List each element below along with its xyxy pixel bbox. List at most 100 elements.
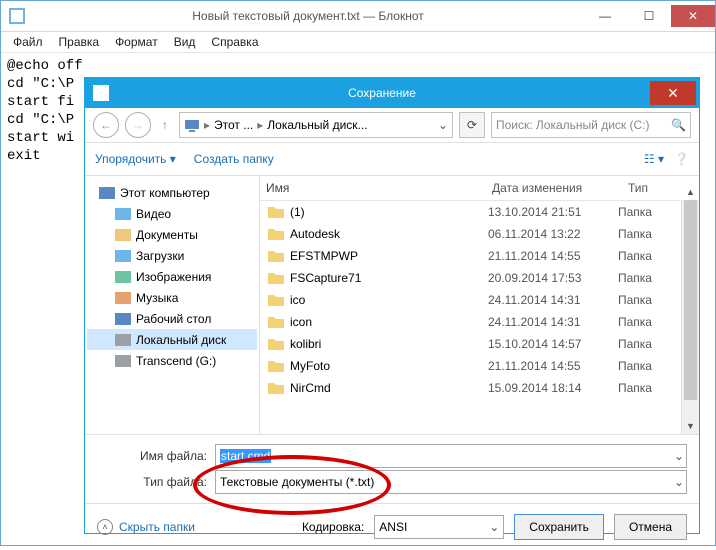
crumb-drive[interactable]: Локальный диск... <box>267 118 367 132</box>
search-input[interactable]: Поиск: Локальный диск (C:) 🔍 <box>491 112 691 138</box>
new-folder-button[interactable]: Создать папку <box>194 152 274 166</box>
notepad-menubar: Файл Правка Формат Вид Справка <box>1 32 715 53</box>
list-scrollbar[interactable]: ▲ ▼ <box>681 200 699 434</box>
menu-format[interactable]: Формат <box>107 33 166 51</box>
scroll-up-icon[interactable]: ▲ <box>682 183 699 200</box>
help-button[interactable]: ❔ <box>674 152 689 166</box>
tree-item-label: Рабочий стол <box>136 312 211 326</box>
organize-button[interactable]: Упорядочить ▾ <box>95 152 176 166</box>
list-row[interactable]: FSCapture7120.09.2014 17:53Папка <box>260 267 699 289</box>
filetype-label: Тип файла: <box>97 475 207 489</box>
notepad-titlebar[interactable]: Новый текстовый документ.txt — Блокнот —… <box>1 1 715 32</box>
col-date[interactable]: Дата изменения <box>486 181 622 195</box>
folder-icon <box>268 359 284 373</box>
folder-icon <box>99 185 115 201</box>
tree-item-label: Локальный диск <box>136 333 226 347</box>
file-type: Папка <box>618 249 678 263</box>
hide-folders-button[interactable]: ˄ Скрыть папки <box>97 519 195 535</box>
view-button[interactable]: ☷ ▾ <box>644 152 664 166</box>
file-date: 24.11.2014 14:31 <box>488 293 618 307</box>
scroll-down-icon[interactable]: ▼ <box>682 417 699 434</box>
tree-item[interactable]: Загрузки <box>87 245 257 266</box>
menu-file[interactable]: Файл <box>5 33 51 51</box>
file-date: 15.09.2014 18:14 <box>488 381 618 395</box>
list-row[interactable]: Autodesk06.11.2014 13:22Папка <box>260 223 699 245</box>
back-button[interactable]: ← <box>93 112 119 138</box>
dialog-footer: ˄ Скрыть папки Кодировка: ANSI ⌄ Сохрани… <box>85 503 699 550</box>
folder-icon <box>268 315 284 329</box>
tree-item[interactable]: Transcend (G:) <box>87 350 257 371</box>
dialog-close-button[interactable]: ✕ <box>650 81 696 105</box>
notepad-icon <box>9 8 25 24</box>
save-button[interactable]: Сохранить <box>514 514 604 540</box>
filetype-select[interactable]: Текстовые документы (*.txt) ⌄ <box>215 470 687 494</box>
file-type: Папка <box>618 315 678 329</box>
address-bar[interactable]: ▸ Этот ... ▸ Локальный диск... ⌄ <box>179 112 453 138</box>
folder-icon <box>115 206 131 222</box>
filename-input[interactable]: start.cmd ⌄ <box>215 444 687 468</box>
notepad-title: Новый текстовый документ.txt — Блокнот <box>33 9 583 23</box>
file-name: MyFoto <box>290 359 330 373</box>
folder-tree[interactable]: Этот компьютерВидео Документы ЗагрузкиИзоб… <box>85 176 260 434</box>
file-type: Папка <box>618 227 678 241</box>
maximize-button[interactable]: ☐ <box>627 5 671 27</box>
tree-item[interactable]: Локальный диск <box>87 329 257 350</box>
list-row[interactable]: MyFoto 21.11.2014 14:55Папка <box>260 355 699 377</box>
list-row[interactable]: EFSTMPWP21.11.2014 14:55Папка <box>260 245 699 267</box>
folder-icon <box>115 353 131 369</box>
file-date: 21.11.2014 14:55 <box>488 359 618 373</box>
file-date: 15.10.2014 14:57 <box>488 337 618 351</box>
file-date: 06.11.2014 13:22 <box>488 227 618 241</box>
menu-view[interactable]: Вид <box>166 33 204 51</box>
tree-item[interactable]: Рабочий стол <box>87 308 257 329</box>
refresh-button[interactable]: ⟳ <box>459 112 485 138</box>
list-row[interactable]: NirCmd15.09.2014 18:14Папка <box>260 377 699 399</box>
crumb-pc[interactable]: Этот ... <box>214 118 253 132</box>
file-type: Папка <box>618 359 678 373</box>
tree-item[interactable]: Музыка <box>87 287 257 308</box>
tree-item[interactable]: Изображения <box>87 266 257 287</box>
menu-help[interactable]: Справка <box>203 33 266 51</box>
chevron-down-icon[interactable]: ⌄ <box>674 475 684 489</box>
folder-icon <box>115 248 131 264</box>
tree-item[interactable]: Этот компьютер <box>87 182 257 203</box>
minimize-button[interactable]: — <box>583 5 627 27</box>
chevron-up-icon: ˄ <box>97 519 113 535</box>
up-button[interactable]: ↑ <box>157 113 173 137</box>
menu-edit[interactable]: Правка <box>51 33 108 51</box>
list-row[interactable]: ico24.11.2014 14:31Папка <box>260 289 699 311</box>
folder-icon <box>115 332 131 348</box>
forward-button[interactable]: → <box>125 112 151 138</box>
chevron-down-icon[interactable]: ⌄ <box>489 520 499 534</box>
list-row[interactable]: (1)13.10.2014 21:51Папка <box>260 201 699 223</box>
scroll-thumb[interactable] <box>684 200 697 400</box>
tree-item[interactable]: Документы <box>87 224 257 245</box>
folder-icon <box>115 290 131 306</box>
folder-icon <box>268 293 284 307</box>
encoding-select[interactable]: ANSI ⌄ <box>374 515 504 539</box>
folder-icon <box>268 271 284 285</box>
cancel-button[interactable]: Отмена <box>614 514 687 540</box>
tree-item-label: Документы <box>136 228 198 242</box>
filename-value: start.cmd <box>220 449 271 463</box>
file-name: NirCmd <box>290 381 331 395</box>
close-button[interactable]: ✕ <box>671 5 715 27</box>
encoding-value: ANSI <box>379 520 407 534</box>
list-header[interactable]: Имя Дата изменения Тип <box>260 176 699 201</box>
dialog-toolbar: Упорядочить ▾ Создать папку ☷ ▾ ❔ <box>85 143 699 176</box>
folder-icon <box>268 249 284 263</box>
chevron-down-icon[interactable]: ⌄ <box>674 449 684 463</box>
file-name: (1) <box>290 205 305 219</box>
col-name[interactable]: Имя <box>260 181 486 195</box>
search-icon: 🔍 <box>671 118 686 132</box>
list-row[interactable]: icon24.11.2014 14:31Папка <box>260 311 699 333</box>
encoding-label: Кодировка: <box>302 520 364 534</box>
file-list[interactable]: Имя Дата изменения Тип (1)13.10.2014 21:… <box>260 176 699 434</box>
save-icon <box>93 85 109 101</box>
tree-item[interactable]: Видео <box>87 203 257 224</box>
list-row[interactable]: kolibri15.10.2014 14:57Папка <box>260 333 699 355</box>
dialog-titlebar[interactable]: Сохранение ✕ <box>85 78 699 108</box>
col-type[interactable]: Тип <box>622 181 688 195</box>
tree-item-label: Музыка <box>136 291 178 305</box>
filetype-value: Текстовые документы (*.txt) <box>220 475 374 489</box>
